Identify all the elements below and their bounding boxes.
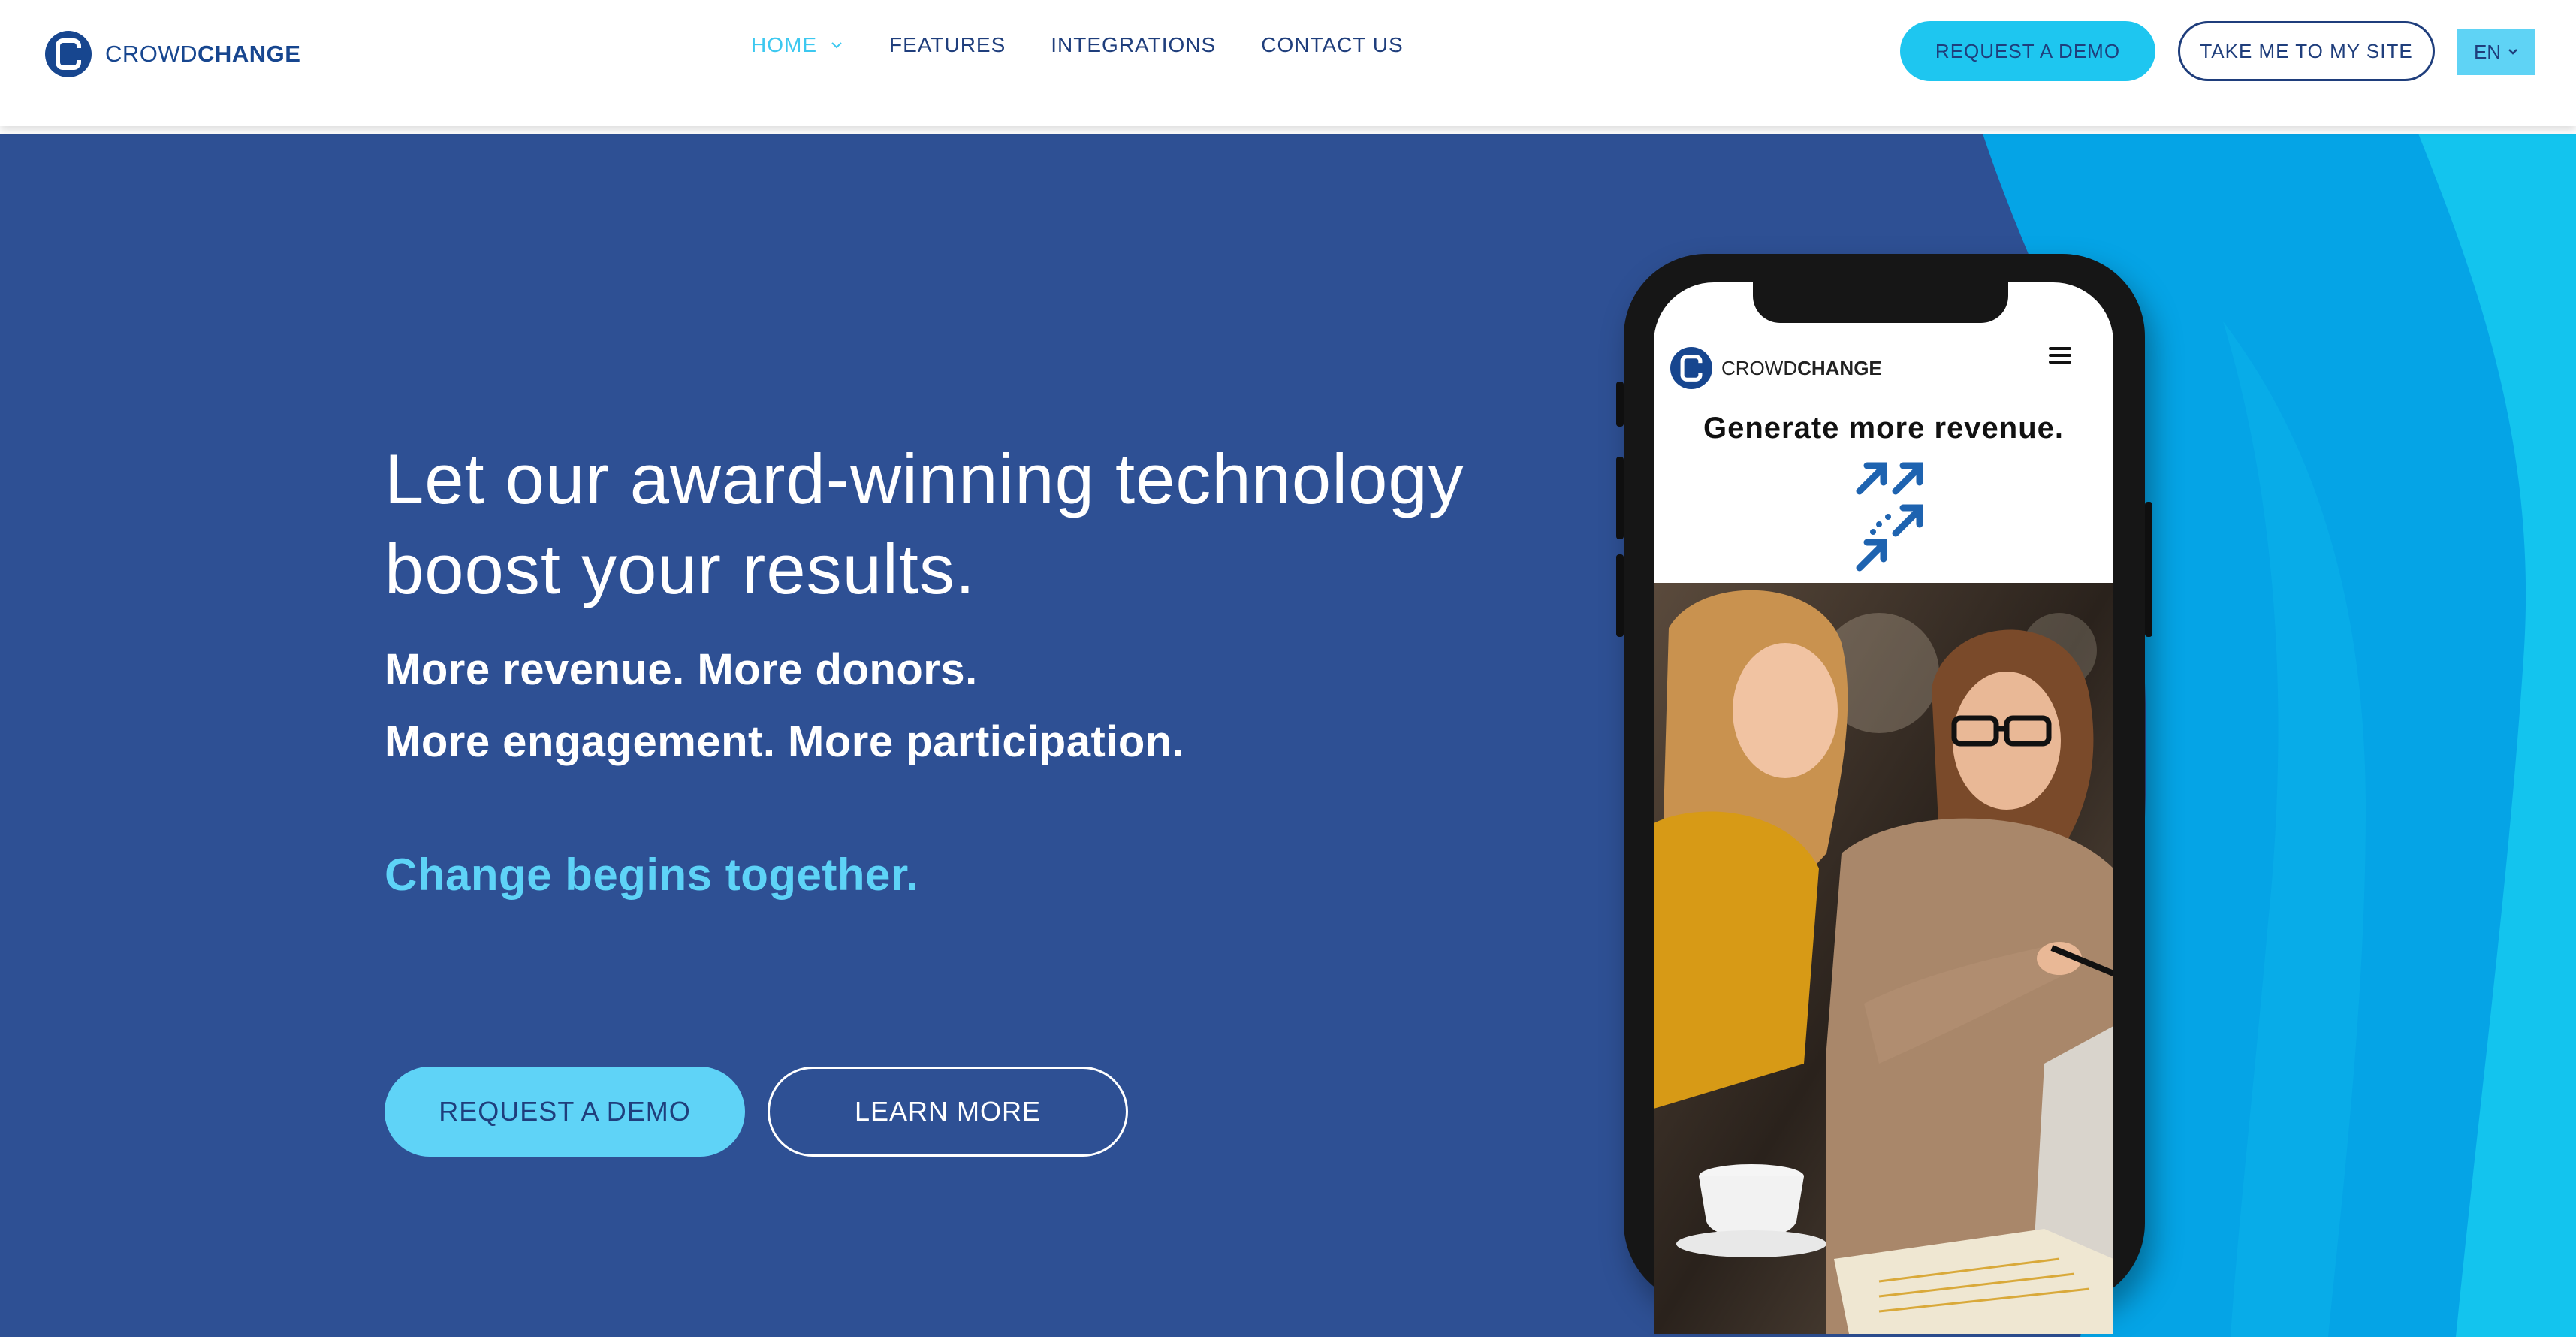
request-demo-header-button[interactable]: REQUEST A DEMO [1900,21,2155,81]
page: CROWDCHANGE HOME FEATURES INTEGRATIONS C… [0,0,2576,1337]
nav-features[interactable]: FEATURES [889,33,1006,57]
headline-line-1: Let our award-winning technology [385,439,1464,518]
logo-wordmark: CROWDCHANGE [105,41,300,68]
language-label: EN [2473,40,2502,63]
phone-notch [1753,282,2008,323]
logo-word-crowd: CROWD [105,41,198,67]
nav-home[interactable]: HOME [751,33,844,57]
phone-side-button [2145,502,2152,637]
logo-c-icon [45,31,92,77]
nav-features-label: FEATURES [889,33,1006,56]
hero-headline: Let our award-winning technology boost y… [385,434,1586,614]
crowdchange-logo[interactable]: CROWDCHANGE [45,30,300,78]
site-header: CROWDCHANGE HOME FEATURES INTEGRATIONS C… [0,0,2576,126]
chevron-down-icon [2508,49,2517,55]
chevron-down-icon [831,42,842,49]
hero-tagline: Change begins together. [385,850,919,900]
request-demo-hero-button[interactable]: REQUEST A DEMO [385,1067,745,1157]
people-photo-image [1654,583,2113,1334]
hero-subline-2: More engagement. More participation. [385,717,1185,766]
phone-logo-wordmark: CROWDCHANGE [1721,357,1882,380]
hero-subline-1: More revenue. More donors. [385,645,978,694]
nav-home-label: HOME [751,33,817,56]
phone-side-button [1616,457,1624,539]
hero-section: Let our award-winning technology boost y… [0,134,2576,1337]
take-me-to-my-site-button[interactable]: TAKE ME TO MY SITE [2178,21,2435,81]
nav-contact-us[interactable]: CONTACT US [1261,33,1403,57]
phone-logo-word-change: CHANGE [1797,356,1882,379]
nav-integrations-label: INTEGRATIONS [1051,33,1217,56]
nav-integrations[interactable]: INTEGRATIONS [1051,33,1216,57]
headline-line-2: boost your results. [385,530,976,608]
phone-crowdchange-logo: CROWDCHANGE [1670,347,1882,389]
learn-more-button[interactable]: LEARN MORE [768,1067,1128,1157]
phone-logo-word-crowd: CROWD [1721,356,1798,379]
menu-icon [2049,347,2071,367]
language-selector[interactable]: EN [2457,29,2535,75]
logo-word-change: CHANGE [198,41,301,67]
phone-headline: Generate more revenue. [1703,412,2064,445]
phone-side-button [1616,382,1624,427]
growth-arrows-icon [1856,462,1923,572]
phone-side-button [1616,554,1624,637]
phone-screen: CROWDCHANGE Generate more revenue. [1654,282,2113,1334]
main-nav: HOME FEATURES INTEGRATIONS CONTACT US [751,30,1449,60]
nav-contact-label: CONTACT US [1261,33,1404,56]
phone-mockup: CROWDCHANGE Generate more revenue. [1616,254,2152,1334]
logo-c-icon [1670,347,1712,389]
